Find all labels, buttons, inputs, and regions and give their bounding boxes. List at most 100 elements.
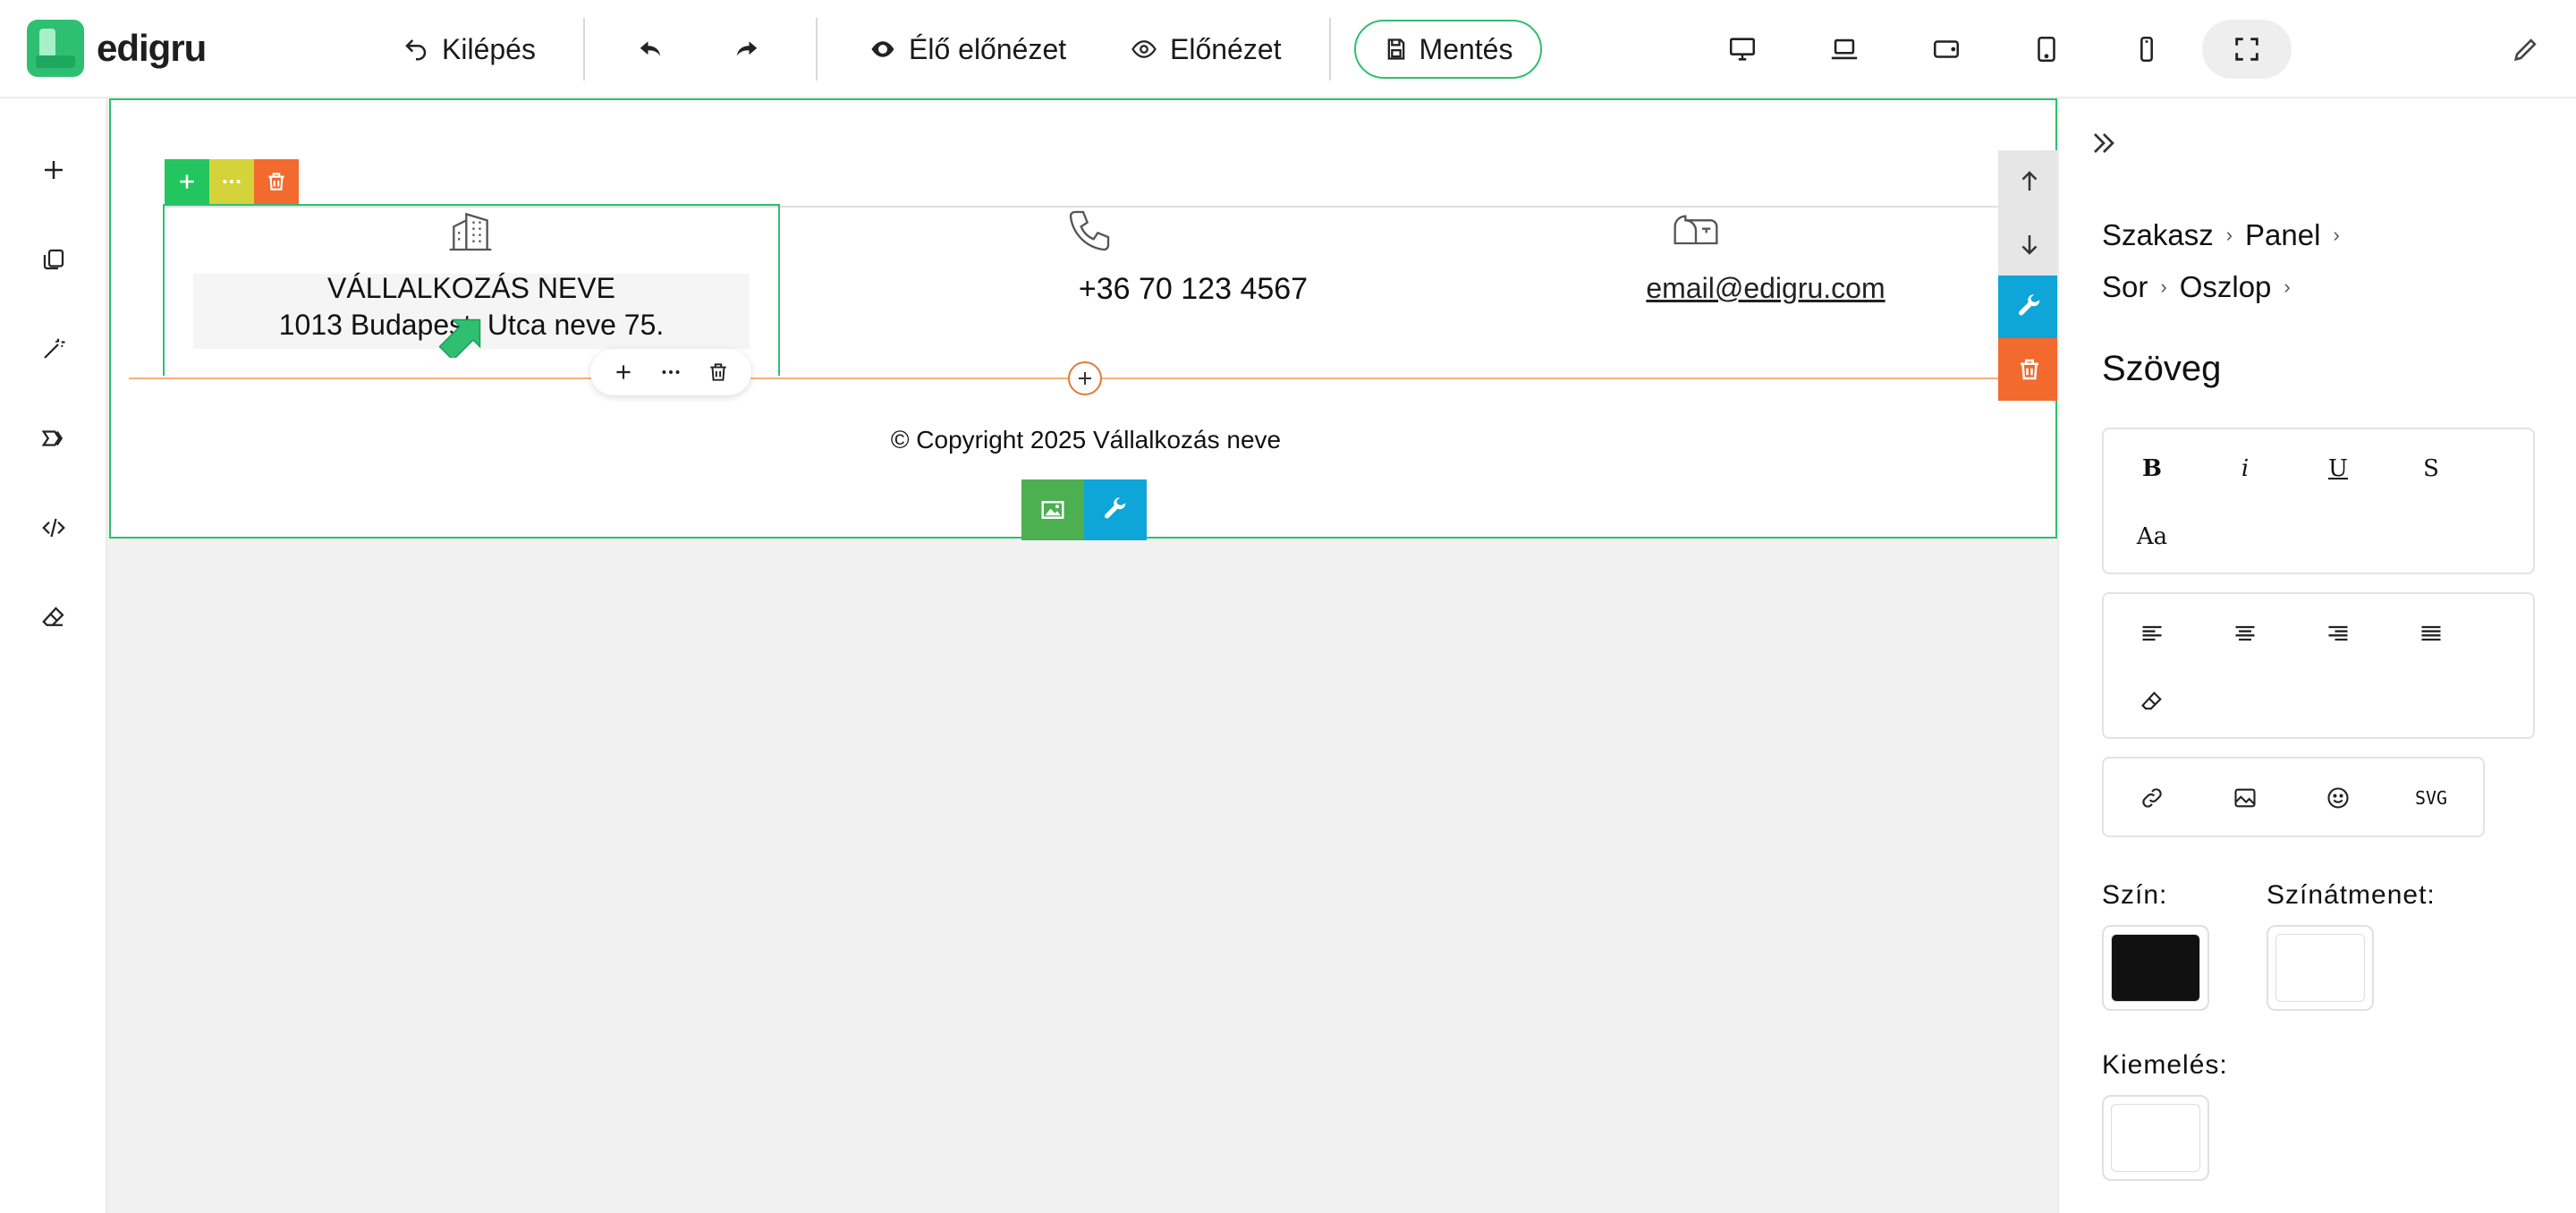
mailbox-icon (1674, 215, 1718, 245)
pages-icon (43, 249, 64, 270)
tablet-portrait-view-button[interactable] (2002, 20, 2091, 79)
add-icon (1079, 372, 1091, 385)
edigru-logo-icon[interactable] (27, 20, 84, 77)
tablet-landscape-icon (1933, 40, 1960, 58)
arrow-up-icon (2021, 171, 2038, 191)
row-settings-button[interactable] (1998, 276, 2061, 338)
column-add-button[interactable] (165, 159, 209, 204)
trash-icon (2021, 359, 2038, 380)
exit-button[interactable]: Kilépés (402, 20, 536, 79)
align-left-button[interactable] (2125, 606, 2179, 660)
logo-text[interactable]: edigru (97, 27, 207, 70)
desktop-icon (1729, 38, 1756, 61)
insert-emoji-button[interactable] (2311, 771, 2365, 825)
breadcrumb-row[interactable]: Sor (2102, 270, 2148, 304)
copyright-text[interactable]: © Copyright 2025 Vállalkozás neve (111, 426, 2061, 454)
section-toolbar (1021, 479, 1147, 540)
section-background-button[interactable] (1021, 479, 1084, 540)
layers-button[interactable] (27, 411, 80, 465)
code-icon (42, 518, 65, 538)
color-label: Szín: (2102, 880, 2168, 910)
chevron-right-icon: › (2333, 224, 2340, 246)
column-delete-button[interactable] (254, 159, 299, 204)
highlight-swatch[interactable] (2102, 1095, 2209, 1181)
align-justify-button[interactable] (2404, 606, 2458, 660)
gradient-swatch[interactable] (2267, 925, 2374, 1011)
more-dots-icon[interactable] (659, 361, 682, 384)
breadcrumb: Szakasz › Panel › (2102, 218, 2340, 252)
row-delete-button[interactable] (1998, 338, 2061, 401)
pencil-icon (2513, 38, 2537, 62)
live-preview-button[interactable]: Élő előnézet (869, 20, 1066, 79)
breadcrumb-section[interactable]: Szakasz (2102, 218, 2214, 252)
mobile-icon (2140, 36, 2153, 63)
pages-button[interactable] (27, 233, 80, 286)
preview-button[interactable]: Előnézet (1131, 20, 1282, 79)
element-toolbar (590, 349, 751, 395)
magic-button[interactable] (27, 322, 80, 376)
trash-icon[interactable] (707, 361, 730, 384)
align-center-icon (2235, 625, 2255, 641)
italic-button[interactable]: i (2218, 442, 2272, 496)
phone-number-text[interactable]: +36 70 123 4567 (916, 272, 1470, 307)
properties-panel: Szakasz › Panel › Sor › Oszlop › Szöveg … (2057, 98, 2576, 1213)
insert-link-button[interactable] (2125, 771, 2179, 825)
breadcrumb-panel[interactable]: Panel (2245, 218, 2320, 252)
column-toolbar (165, 159, 299, 204)
underline-button[interactable]: U (2311, 442, 2365, 496)
return-icon (405, 39, 427, 61)
eye-icon (1131, 40, 1157, 58)
fullscreen-icon (2235, 38, 2258, 61)
move-up-button[interactable] (1998, 150, 2061, 213)
toolbar-divider (583, 18, 585, 81)
building-icon (449, 212, 492, 251)
undo-button[interactable] (637, 20, 664, 79)
strikethrough-button[interactable]: S (2404, 442, 2458, 496)
phone-icon (1069, 210, 1110, 251)
editor-canvas: VÁLLALKOZÁS NEVE 1013 Budapest, Utca nev… (107, 98, 2061, 1213)
double-chevron-right-icon[interactable] (2086, 125, 2122, 161)
text-color-swatch[interactable] (2102, 925, 2209, 1011)
save-button[interactable]: Mentés (1354, 20, 1542, 79)
move-down-button[interactable] (1998, 213, 2061, 276)
company-name-text[interactable]: VÁLLALKOZÁS NEVE (193, 272, 750, 305)
layers-icon (41, 430, 64, 446)
breadcrumb-column[interactable]: Oszlop (2180, 270, 2272, 304)
left-toolbar (0, 98, 107, 1213)
code-button[interactable] (27, 501, 80, 555)
add-icon[interactable] (612, 361, 635, 384)
more-dots-icon (223, 179, 241, 184)
floppy-disk-icon (1387, 38, 1404, 60)
align-justify-icon (2421, 625, 2441, 641)
footer-section[interactable]: VÁLLALKOZÁS NEVE 1013 Budapest, Utca nev… (109, 98, 2061, 540)
emoji-icon (2327, 787, 2349, 809)
eye-filled-icon (871, 41, 894, 57)
trash-icon (268, 173, 284, 191)
top-toolbar: edigru Kilépés Élő előnézet Előnézet Men… (0, 0, 2576, 98)
tablet-landscape-view-button[interactable] (1902, 20, 1991, 79)
redo-button[interactable] (733, 20, 760, 79)
bold-button[interactable]: B (2125, 442, 2179, 496)
laptop-view-button[interactable] (1800, 20, 1889, 79)
mobile-view-button[interactable] (2102, 20, 2191, 79)
align-right-button[interactable] (2311, 606, 2365, 660)
fullscreen-view-button[interactable] (2202, 20, 2292, 79)
insert-row-button[interactable] (1068, 361, 1102, 395)
add-element-button[interactable] (27, 143, 80, 197)
align-center-button[interactable] (2218, 606, 2272, 660)
email-link[interactable]: email@edigru.com (1488, 272, 2043, 305)
clear-format-button[interactable] (2125, 674, 2179, 728)
edit-button[interactable] (2481, 20, 2571, 79)
insert-image-button[interactable] (2218, 771, 2272, 825)
arrow-down-icon (2021, 235, 2038, 255)
eraser-button[interactable] (27, 590, 80, 644)
insert-svg-button[interactable]: SVG (2404, 771, 2458, 825)
desktop-view-button[interactable] (1698, 20, 1787, 79)
font-size-button[interactable]: Aa (2125, 510, 2179, 564)
column-more-button[interactable] (209, 159, 254, 204)
text-format-group: B i U S Aa (2102, 428, 2535, 574)
preview-label: Előnézet (1170, 32, 1282, 65)
add-icon (45, 161, 63, 179)
section-settings-button[interactable] (1084, 479, 1147, 540)
breadcrumb: Sor › Oszlop › (2102, 270, 2291, 304)
